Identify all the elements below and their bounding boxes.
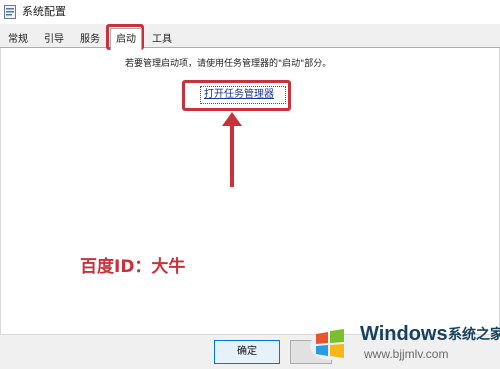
windows-logo-icon xyxy=(310,329,350,360)
watermark-url: www.bjjmlv.com xyxy=(364,347,449,361)
watermark-brand: Windows xyxy=(360,323,448,345)
title-bar: 系统配置 xyxy=(0,0,500,24)
watermark-brand-cn: 系统之家 xyxy=(448,327,500,343)
ok-button[interactable]: 确定 xyxy=(214,340,280,364)
annotation-text: 百度ID：大牛 xyxy=(80,257,186,277)
tab-startup[interactable]: 启动 xyxy=(110,28,142,50)
tab-strip: 常规 引导 服务 启动 工具 xyxy=(0,24,500,50)
window-title: 系统配置 xyxy=(22,5,66,18)
startup-hint-text: 若要管理启动项，请使用任务管理器的"启动"部分。 xyxy=(125,59,332,69)
highlight-open-link xyxy=(182,80,291,111)
tab-boot[interactable]: 引导 xyxy=(40,31,68,48)
tab-general[interactable]: 常规 xyxy=(4,31,32,48)
tab-services[interactable]: 服务 xyxy=(76,31,104,48)
red-arrow-icon xyxy=(222,112,242,187)
msconfig-icon xyxy=(4,4,16,19)
tab-tools[interactable]: 工具 xyxy=(148,31,176,48)
